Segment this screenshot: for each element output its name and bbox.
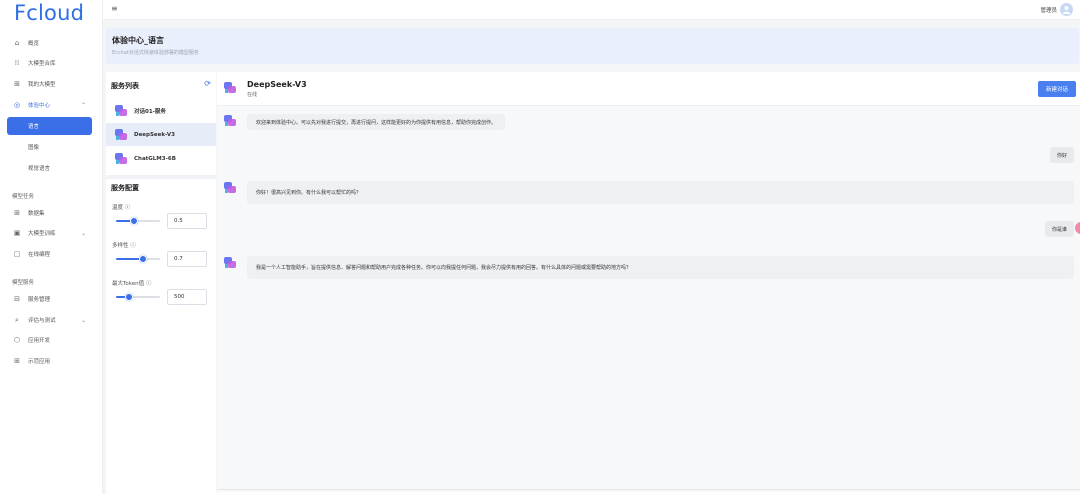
chat-header: DeepSeek-V3 在线 新建对话 [217,72,1080,106]
sidebar-item-label: 应用开发 [28,338,51,344]
sidebar-item-service-management[interactable]: ⊟ 服务管理 [7,290,92,308]
bot-avatar-icon [224,182,236,194]
sidebar-item-online-coding[interactable]: ▢ 在线编程 [7,245,92,263]
sidebar-item-label: 示范应用 [28,359,51,365]
chat-service-icon [115,152,127,165]
service-config-title: 服务配置 [111,184,139,192]
chevron-down-icon: ⌄ [80,229,86,237]
diversity-input[interactable]: 0.7 [167,251,207,267]
bot-message: 我是一个人工智能助手，旨在提供信息、解答问题和帮助用户完成各种任务。你可以向我提… [247,256,1074,279]
sidebar-group-model-service: 模型服务 [12,280,35,286]
page-subtitle: Ecchat对话式快速体验部署的模型服务 [112,50,199,56]
temperature-input[interactable]: 0.5 [167,213,207,229]
service-item[interactable]: 对话01-服务 [106,99,216,122]
online-code-icon: ▢ [13,250,21,258]
max-token-input[interactable]: 500 [167,289,207,305]
fcloud-logo[interactable]: Fcloud [14,0,84,26]
user-message: 你好 [1049,147,1074,163]
sidebar-item-model-market[interactable]: ⁞⁞ 大模型合库 [7,54,92,72]
eval-icon: ⌕ [15,315,19,324]
refresh-icon[interactable]: ⟳ [204,79,211,88]
floating-assistant-tab[interactable] [1075,222,1080,234]
sidebar-item-experience-center[interactable]: ◎ 体验中心 ⌃ [7,96,92,114]
user-message: 你是谁 [1044,221,1074,237]
diversity-label: 多样性 ⓘ [112,243,136,249]
chat-service-icon [224,82,236,94]
service-manage-icon: ⊟ [14,295,20,303]
sidebar-subitem-image[interactable]: 图像 [7,138,92,156]
dataset-icon: ⊞ [14,209,20,217]
chat-status: 在线 [247,92,258,98]
sidebar-item-label: 我的大模型 [28,82,56,88]
bot-avatar-icon [224,115,236,127]
sidebar: Fcloud ⌂ 概览 ⁞⁞ 大模型合库 ⊞ 我的大模型 ◎ 体验中心 ⌃ 语言… [0,0,103,494]
sidebar-item-model-training[interactable]: ▣ 大模型训练 ⌄ [7,224,92,242]
user-name[interactable]: 管理员 [1040,6,1057,14]
sidebar-item-app-development[interactable]: ⬡ 应用开发 [7,331,92,349]
chevron-down-icon: ⌄ [80,316,86,324]
user-icon [1062,6,1071,14]
service-list-title: 服务列表 [111,82,139,90]
service-panel: 服务列表 ⟳ 对话01-服务 DeepSeek-V3 ChatGLM3-6B 服… [106,72,216,494]
temperature-slider[interactable] [116,217,160,225]
sidebar-item-my-models[interactable]: ⊞ 我的大模型 [7,75,92,93]
sidebar-item-label: 服务管理 [28,297,51,303]
max-token-slider[interactable] [116,293,160,301]
service-item-label: ChatGLM3-6B [134,155,176,162]
sidebar-item-eval-test[interactable]: ⌕ 评估与测试 ⌄ [7,311,92,329]
bot-avatar-icon [224,257,236,269]
sidebar-item-label: 体验中心 [28,103,51,109]
model-market-icon: ⁞⁞ [14,59,20,67]
sidebar-item-label: 在线编程 [28,252,51,258]
max-token-label: 最大Token值 ⓘ [112,281,152,287]
sidebar-item-label: 评估与测试 [28,318,56,324]
slider-handle[interactable] [130,217,139,225]
new-chat-button[interactable]: 新建对话 [1038,81,1076,97]
demo-app-icon: ⊞ [14,357,20,365]
service-item-label: DeepSeek-V3 [134,131,176,138]
top-bar: ≡ 管理员 [103,0,1080,20]
sidebar-item-overview[interactable]: ⌂ 概览 [7,34,92,52]
sidebar-item-dataset[interactable]: ⊞ 数据集 [7,204,92,222]
experience-icon: ◎ [13,101,21,109]
chat-title: DeepSeek-V3 [247,80,307,89]
sidebar-subitem-vision-language[interactable]: 视觉语言 [7,159,92,177]
app-dev-icon: ⬡ [13,336,21,344]
temperature-label: 温度 ⓘ [112,205,131,211]
service-item-active[interactable]: DeepSeek-V3 [106,123,216,146]
service-item-label: 对话01-服务 [134,108,166,115]
diversity-slider[interactable] [116,255,160,263]
message-list: 欢迎来到体验中心。可以先对我进行提交，再进行提问，这样能更好的为你提供有用信息，… [217,106,1080,492]
slider-handle[interactable] [125,293,134,301]
train-icon: ▣ [13,229,21,237]
chat-service-icon [115,128,127,141]
sidebar-subitem-language[interactable]: 语言 [7,117,92,135]
page-header: 体验中心_语言 Ecchat对话式快速体验部署的模型服务 [106,28,1079,64]
input-divider [217,489,1080,490]
panel-divider [106,175,216,179]
service-item[interactable]: ChatGLM3-6B [106,147,216,170]
sidebar-item-label: 概览 [28,41,40,47]
slider-handle[interactable] [139,255,148,263]
sidebar-item-label: 数据集 [28,211,45,217]
chat-service-icon [115,104,127,117]
bot-message: 你好！很高兴见到你。有什么我可以帮忙的吗？ [247,181,1074,204]
page-title: 体验中心_语言 [112,36,164,45]
my-model-icon: ⊞ [14,80,20,88]
menu-toggle-icon[interactable]: ≡ [111,4,118,13]
home-icon: ⌂ [14,39,20,47]
sidebar-item-label: 大模型训练 [28,231,56,237]
avatar[interactable] [1060,3,1073,16]
sidebar-item-label: 大模型合库 [28,61,56,67]
bot-message: 欢迎来到体验中心。可以先对我进行提交，再进行提问，这样能更好的为你提供有用信息，… [247,114,506,130]
sidebar-item-demo-apps[interactable]: ⊞ 示范应用 [7,352,92,370]
chat-panel: DeepSeek-V3 在线 新建对话 欢迎来到体验中心。可以先对我进行提交，再… [217,72,1080,494]
sidebar-group-model-tasks: 模型任务 [12,194,35,200]
chevron-up-icon: ⌃ [80,101,86,109]
